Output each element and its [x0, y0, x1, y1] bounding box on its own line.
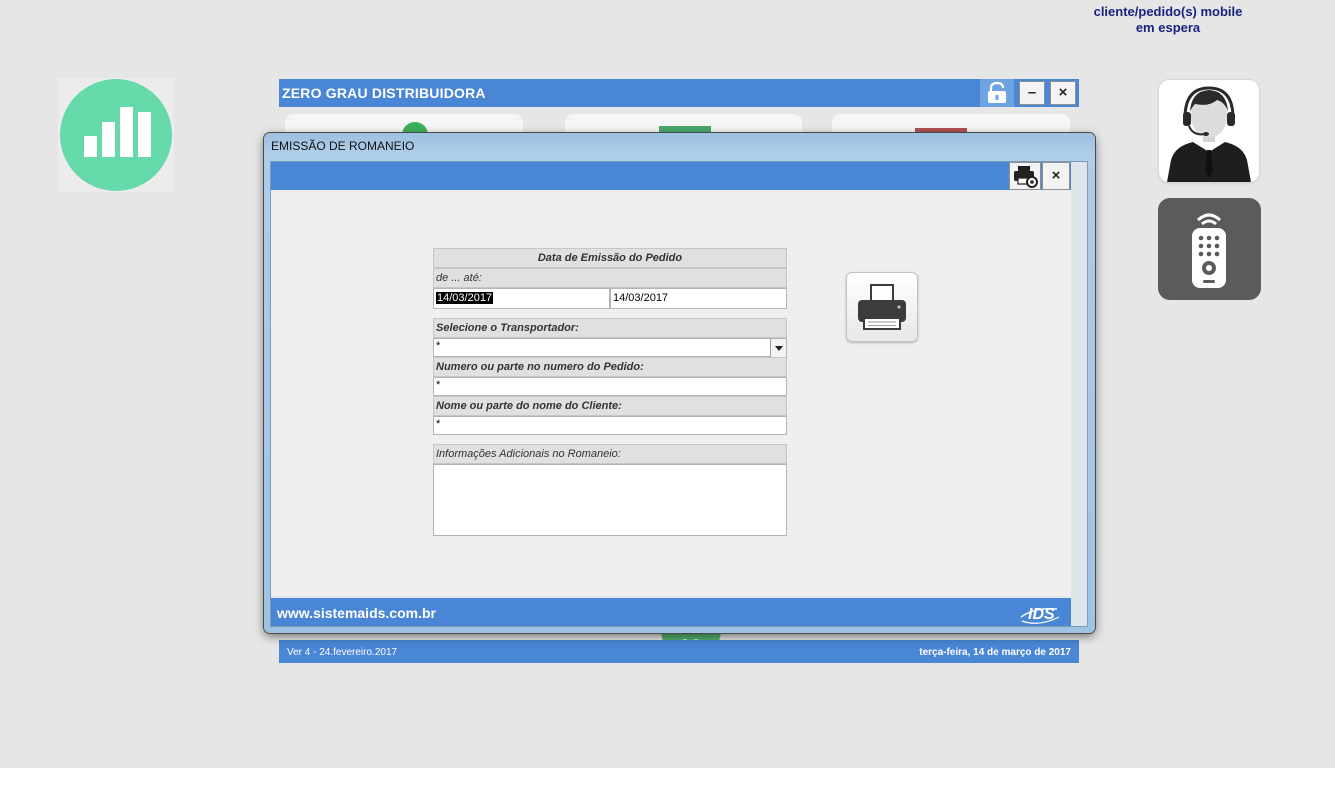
date-section-title: Data de Emissão do Pedido [433, 248, 787, 268]
print-settings-button[interactable] [1009, 162, 1041, 190]
print-button[interactable] [846, 272, 918, 342]
transporter-select[interactable]: * [433, 338, 787, 357]
order-number-label: Numero ou parte no numero do Pedido: [433, 357, 787, 377]
client-name-input[interactable]: * [433, 416, 787, 435]
bar-chart-icon [60, 79, 172, 191]
reports-tile[interactable] [58, 78, 174, 192]
printer-settings-icon [1014, 166, 1038, 188]
dialog-footer: www.sistemaids.com.br IDS [271, 596, 1071, 626]
additional-info-label: Informações Adicionais no Romaneio: [433, 444, 787, 464]
remote-control-icon [1192, 213, 1226, 288]
date-from-value: 14/03/2017 [436, 292, 494, 304]
client-name-value: * [436, 418, 441, 430]
notification-line-2: em espera [1135, 20, 1201, 35]
dialog-title: EMISSÃO DE ROMANEIO [271, 139, 415, 153]
client-name-label: Nome ou parte do nome do Cliente: [433, 396, 787, 416]
website-link[interactable]: www.sistemaids.com.br [277, 605, 436, 621]
transporter-value: * [436, 340, 441, 352]
additional-info-textarea[interactable] [433, 464, 787, 536]
printer-icon [858, 284, 906, 330]
current-date-label: terça-feira, 14 de março de 2017 [919, 647, 1071, 658]
company-title: ZERO GRAU DISTRIBUIDORA [282, 85, 486, 101]
remote-control-tile[interactable] [1158, 198, 1261, 300]
main-window-footer: Ver 4 - 24.fevereiro.2017 terça-feira, 1… [279, 640, 1079, 663]
support-agent-tile[interactable] [1159, 80, 1259, 182]
chevron-down-icon[interactable] [770, 339, 786, 357]
transporter-label: Selecione o Transportador: [433, 318, 787, 338]
date-to-value: 14/03/2017 [613, 292, 669, 304]
order-number-value: * [436, 379, 441, 391]
dialog-close-button[interactable]: × [1042, 162, 1070, 190]
date-to-input[interactable]: 14/03/2017 [610, 288, 787, 309]
desktop-background: cliente/pedido(s) mobile em espera ZERO … [0, 0, 1335, 768]
main-window-header: ZERO GRAU DISTRIBUIDORA – × [279, 79, 1079, 107]
minimize-button[interactable]: – [1019, 81, 1045, 105]
date-from-input[interactable]: 14/03/2017 [433, 288, 610, 309]
lock-icon [988, 81, 1006, 103]
ids-logo: IDS [1019, 603, 1063, 625]
dialog-toolbar: × [271, 162, 1071, 190]
agent-headset-icon [1167, 86, 1251, 182]
lock-button[interactable] [980, 79, 1014, 107]
main-close-button[interactable]: × [1050, 81, 1076, 105]
dialog-right-strip [1071, 162, 1087, 626]
date-range-label: de ... até: [433, 268, 787, 288]
notification-line-1: cliente/pedido(s) mobile [1093, 4, 1243, 19]
mobile-orders-notification[interactable]: cliente/pedido(s) mobile em espera [1078, 4, 1258, 36]
order-number-input[interactable]: * [433, 377, 787, 396]
version-label: Ver 4 - 24.fevereiro.2017 [287, 647, 398, 658]
logo-text: IDS [1028, 606, 1055, 623]
